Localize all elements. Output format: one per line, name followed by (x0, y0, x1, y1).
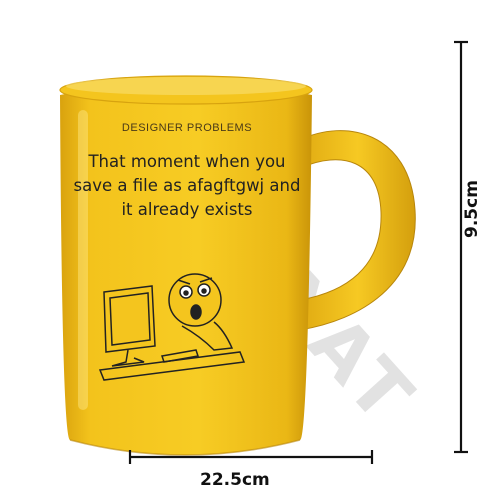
mug-print-label: DESIGNER PROBLEMS (121, 122, 253, 134)
mug-print-text: That moment when you save a file as afag… (62, 150, 312, 222)
mug-text-line: save a file as afagftgwj and (73, 176, 301, 195)
mug-text-line: That moment when you (88, 152, 286, 171)
mug-text-line: it already exists (121, 200, 253, 219)
mug-handle (299, 130, 416, 331)
mug-illustration (59, 40, 468, 464)
height-dimension-line (454, 40, 468, 454)
height-label: 9.5cm (462, 180, 482, 238)
width-label: 22.5cm (200, 470, 270, 490)
product-photo: ZEMAYAT (0, 0, 500, 500)
